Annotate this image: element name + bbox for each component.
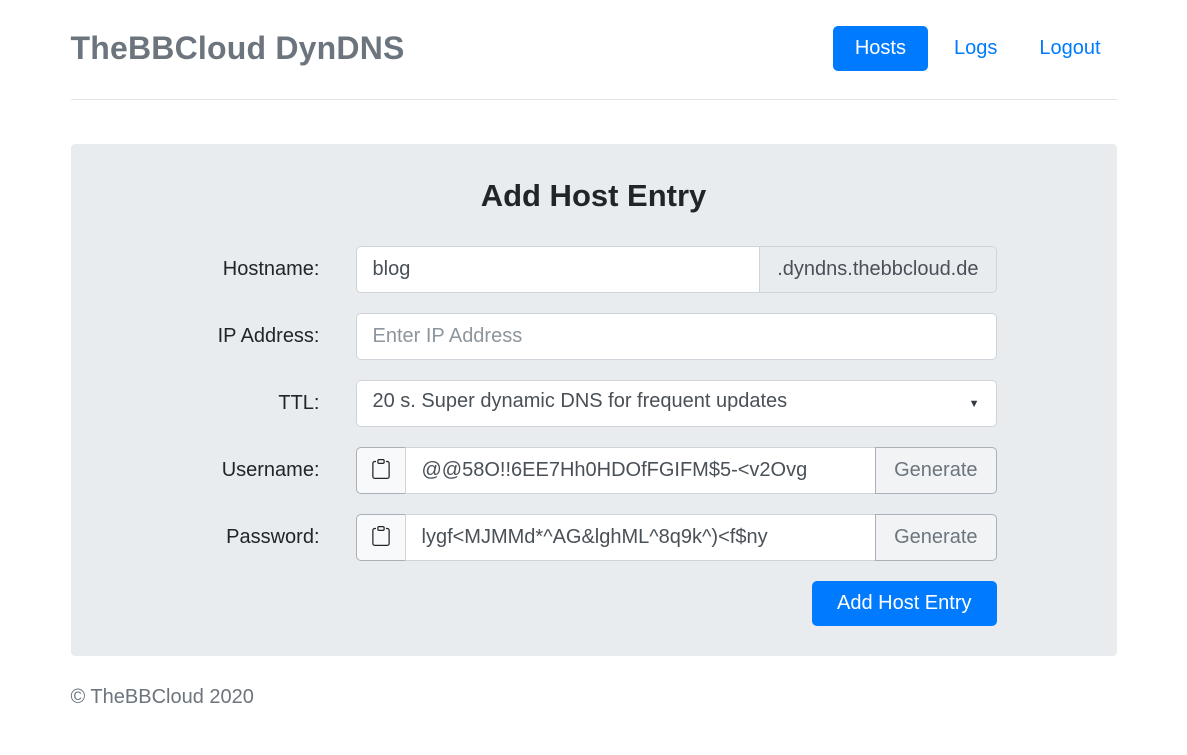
- top-nav: Hosts Logs Logout: [833, 26, 1117, 71]
- add-host-entry-button[interactable]: Add Host Entry: [812, 581, 997, 626]
- page-header: TheBBCloud DynDNS Hosts Logs Logout: [71, 0, 1117, 71]
- username-generate-button[interactable]: Generate: [875, 447, 996, 494]
- clipboard-icon: [371, 525, 391, 550]
- password-copy-button[interactable]: [356, 514, 406, 561]
- ttl-control: 20 s. Super dynamic DNS for frequent upd…: [356, 380, 997, 427]
- clipboard-icon: [371, 458, 391, 483]
- footer-copyright: © TheBBCloud 2020: [71, 686, 1117, 709]
- ip-address-row: IP Address:: [71, 313, 1117, 360]
- ip-address-input[interactable]: [356, 313, 997, 360]
- form-title: Add Host Entry: [71, 178, 1117, 214]
- ttl-select[interactable]: 20 s. Super dynamic DNS for frequent upd…: [356, 380, 997, 427]
- add-host-card: Add Host Entry Hostname: .dyndns.thebbcl…: [71, 144, 1117, 656]
- app-title: TheBBCloud DynDNS: [71, 30, 405, 67]
- ip-address-label: IP Address:: [71, 325, 356, 348]
- hostname-label: Hostname:: [71, 258, 356, 281]
- ttl-row: TTL: 20 s. Super dynamic DNS for frequen…: [71, 380, 1117, 427]
- header-divider: [71, 99, 1117, 100]
- password-row: Password: Generate: [71, 514, 1117, 561]
- username-label: Username:: [71, 459, 356, 482]
- username-copy-button[interactable]: [356, 447, 406, 494]
- hostname-domain-suffix: .dyndns.thebbcloud.de: [759, 246, 996, 293]
- username-row: Username: Generate: [71, 447, 1117, 494]
- password-generate-button[interactable]: Generate: [875, 514, 996, 561]
- chevron-down-icon: ▼: [969, 398, 980, 410]
- submit-row: Add Host Entry: [71, 581, 997, 626]
- nav-logs-link[interactable]: Logs: [938, 26, 1013, 71]
- ttl-label: TTL:: [71, 392, 356, 415]
- ttl-selected-option: 20 s. Super dynamic DNS for frequent upd…: [373, 390, 788, 412]
- password-label: Password:: [71, 526, 356, 549]
- password-input[interactable]: [405, 514, 877, 561]
- username-control: Generate: [356, 447, 997, 494]
- hostname-row: Hostname: .dyndns.thebbcloud.de: [71, 246, 1117, 293]
- username-input[interactable]: [405, 447, 877, 494]
- page-container: TheBBCloud DynDNS Hosts Logs Logout Add …: [71, 0, 1117, 709]
- hostname-input[interactable]: [356, 246, 761, 293]
- hostname-control: .dyndns.thebbcloud.de: [356, 246, 997, 293]
- ip-address-control: [356, 313, 997, 360]
- password-control: Generate: [356, 514, 997, 561]
- nav-logout-link[interactable]: Logout: [1023, 26, 1116, 71]
- nav-hosts-button[interactable]: Hosts: [833, 26, 928, 71]
